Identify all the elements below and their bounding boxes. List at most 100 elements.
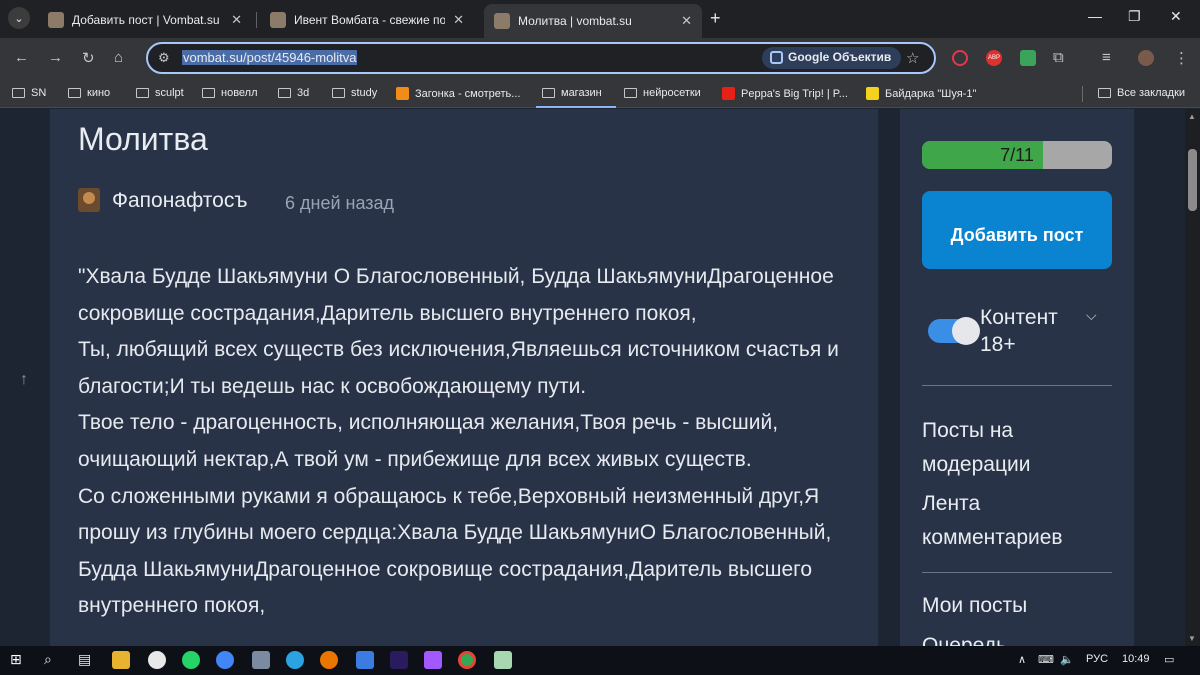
maximize-icon[interactable]: ❐ [1128,8,1141,25]
tab-title: Молитва | vombat.su [518,14,632,28]
bookmark-folder-study[interactable]: study [332,87,377,99]
scroll-to-top-icon[interactable]: ↑ [20,371,28,389]
bookmark-peppa[interactable]: Peppa's Big Trip! | P... [722,87,848,100]
site-info-icon[interactable]: ⚙ [158,50,170,66]
tab-separator [256,12,257,28]
network-icon[interactable]: ⌨ [1038,653,1054,666]
task-view-icon[interactable]: ▤ [78,651,91,668]
sidebar-link-moderation[interactable]: Посты на модерации [922,414,1122,482]
toggle-knob [952,317,980,345]
extension-record-icon[interactable] [952,50,968,66]
page-scrollbar[interactable]: ▲ ▼ [1185,109,1200,646]
calculator-icon[interactable] [252,651,270,669]
post-title: Молитва [78,121,208,157]
author-avatar[interactable] [78,188,100,212]
author-name[interactable]: Фапонафтосъ [112,189,247,213]
bookmark-folder-neiroset[interactable]: нейросетки [624,87,701,99]
chromium-icon[interactable] [216,651,234,669]
forward-icon[interactable]: → [48,49,63,66]
bookmark-folder-kino[interactable]: кино [68,87,110,99]
sidebar-link-comments-feed[interactable]: Лента комментариев [922,487,1122,555]
page-content: ↑ Молитва Фапонафтосъ 6 дней назад "Хвал… [0,109,1185,646]
tray-chevron-icon[interactable]: ∧ [1018,653,1026,666]
folder-icon [12,88,25,98]
file-explorer-icon[interactable] [112,651,130,669]
google-lens-button[interactable]: Google Объектив [762,47,902,69]
folder-icon [202,88,215,98]
tab-molitva[interactable]: Молитва | vombat.su ✕ [484,4,702,38]
sidebar-link-queue[interactable]: Очередь [922,629,1122,646]
notepad-icon[interactable] [494,651,512,669]
profile-avatar[interactable] [1138,50,1154,66]
scroll-down-icon[interactable]: ▼ [1188,634,1196,643]
url-text[interactable]: vombat.su/post/45946-molitva [182,50,358,65]
bookmark-folder-sculpt[interactable]: sculpt [136,87,184,99]
bookmark-folder-magazin[interactable]: магазин [542,87,602,99]
language-indicator[interactable]: РУС [1086,653,1108,665]
scroll-up-icon[interactable]: ▲ [1188,112,1196,121]
adblock-icon[interactable]: ABP [986,50,1002,66]
extension-puzzle-colored-icon[interactable] [1020,50,1036,66]
windows-start-icon[interactable]: ⊞ [10,651,22,668]
tab-event[interactable]: Ивент Вомбата - свежие посты ✕ [260,4,474,36]
back-icon[interactable]: ← [14,49,29,66]
notifications-icon[interactable]: ▭ [1164,653,1174,666]
tab-search-icon[interactable]: ⌄ [8,7,30,29]
after-effects-icon[interactable] [390,651,408,669]
all-bookmarks[interactable]: Все закладки [1098,87,1185,99]
new-tab-icon[interactable]: + [710,8,721,29]
sidebar-link-my-posts[interactable]: Мои посты [922,589,1122,623]
window-close-icon[interactable]: ✕ [1170,8,1182,25]
progress-bar: 7/11 [922,141,1112,169]
folder-icon [332,88,345,98]
figma-icon[interactable] [424,651,442,669]
close-icon[interactable]: ✕ [231,12,242,28]
tab-title: Ивент Вомбата - свежие посты [294,13,446,27]
bookmark-zagonka[interactable]: Загонка - смотреть... [396,87,520,100]
sidebar-divider [922,385,1112,386]
folder-icon [278,88,291,98]
whatsapp-icon[interactable] [182,651,200,669]
telegram-icon[interactable] [286,651,304,669]
bookmark-folder-sn[interactable]: SN [12,87,46,99]
post-body: "Хвала Будде Шакьямуни О Благословенный,… [78,259,848,625]
lens-label: Google Объектив [788,50,892,64]
folder-icon [624,88,637,98]
vombat-favicon-icon [494,13,510,29]
tab-strip: ⌄ Добавить пост | Vombat.su ✕ Ивент Вомб… [0,0,1200,38]
post-paragraph: Твое тело - драгоценность, исполняющая ж… [78,411,779,471]
post-paragraph: Со сложенными руками я обращаюсь к тебе,… [78,484,832,618]
tab-add-post[interactable]: Добавить пост | Vombat.su ✕ [38,4,252,36]
content-18-toggle[interactable] [928,317,980,345]
bookmark-baidarka[interactable]: Байдарка "Шуя-1" [866,87,976,100]
scrollbar-thumb[interactable] [1188,149,1197,211]
search-icon[interactable]: ⌕ [44,651,52,668]
clock[interactable]: 10:49 [1122,653,1150,665]
app-icon[interactable] [356,651,374,669]
close-icon[interactable]: ✕ [453,12,464,28]
reading-list-icon[interactable]: ≡ [1102,49,1111,66]
yandex-browser-icon[interactable] [148,651,166,669]
bookmark-folder-novell[interactable]: новелл [202,87,258,99]
menu-dots-icon[interactable]: ⋮ [1174,49,1189,67]
blender-icon[interactable] [320,651,338,669]
volume-icon[interactable]: 🔈 [1060,653,1074,666]
bookmark-folder-3d[interactable]: 3d [278,87,309,99]
close-icon[interactable]: ✕ [681,13,692,29]
extensions-icon[interactable]: ⧉ [1053,49,1064,66]
bookmarks-bar: SN кино sculpt новелл 3d study Загонка -… [0,80,1200,108]
minimize-icon[interactable]: — [1088,8,1102,24]
folder-icon [1098,88,1111,98]
reload-icon[interactable]: ↻ [82,49,95,67]
chevron-down-icon[interactable]: ⌵ [1086,307,1097,324]
add-post-button[interactable]: Добавить пост [922,191,1112,269]
chrome-icon[interactable] [458,651,476,669]
baidarka-icon [866,87,879,100]
folder-icon [136,88,149,98]
post-paragraph: Ты, любящий всех существ без исключения,… [78,338,839,398]
address-bar[interactable]: ⚙ vombat.su/post/45946-molitva Google Об… [146,42,936,74]
post-card: Молитва Фапонафтосъ 6 дней назад "Хвала … [50,109,878,646]
home-icon[interactable]: ⌂ [114,49,123,66]
sidebar: 7/11 Добавить пост Контент 18+ ⌵ Посты н… [900,109,1134,646]
bookmark-star-icon[interactable]: ☆ [906,49,919,67]
